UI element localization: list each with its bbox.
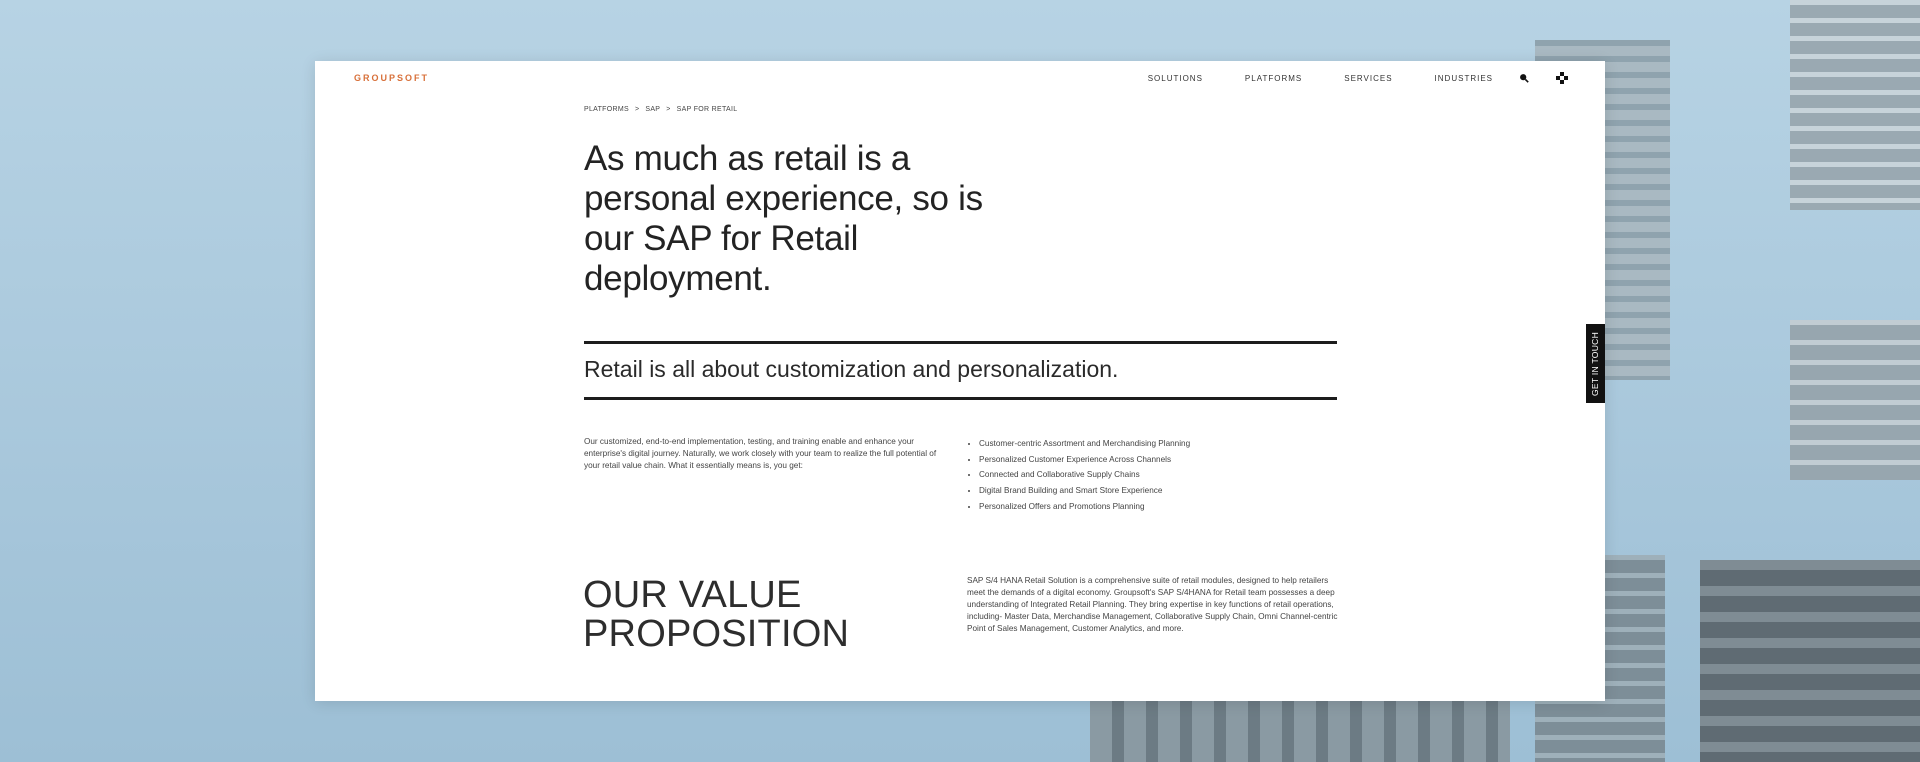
- search-icon[interactable]: [1517, 71, 1531, 85]
- list-item: Connected and Collaborative Supply Chain…: [979, 467, 1190, 483]
- breadcrumb-separator: >: [666, 106, 671, 113]
- value-title-line1: OUR VALUE: [583, 574, 802, 616]
- get-in-touch-label: GET IN TOUCH: [1590, 331, 1601, 396]
- list-item: Personalized Offers and Promotions Plann…: [979, 499, 1190, 515]
- breadcrumb: PLATFORMS > SAP > SAP FOR RETAIL: [584, 106, 737, 113]
- list-item: Personalized Customer Experience Across …: [979, 452, 1190, 468]
- groupsoft-logo[interactable]: GROUPSOFT: [354, 73, 429, 83]
- breadcrumb-platforms[interactable]: PLATFORMS: [584, 106, 629, 113]
- nav-services[interactable]: SERVICES: [1344, 74, 1392, 83]
- nav-industries[interactable]: INDUSTRIES: [1435, 74, 1493, 83]
- value-proposition-text: SAP S/4 HANA Retail Solution is a compre…: [967, 576, 1338, 633]
- list-item: Digital Brand Building and Smart Store E…: [979, 483, 1190, 499]
- main-nav: SOLUTIONS PLATFORMS SERVICES INDUSTRIES: [1106, 71, 1569, 85]
- nav-platforms[interactable]: PLATFORMS: [1245, 74, 1302, 83]
- list-item: Customer-centric Assortment and Merchand…: [979, 436, 1190, 452]
- section-subheading: Retail is all about customization and pe…: [584, 356, 1119, 382]
- page-title: As much as retail is a personal experien…: [584, 139, 983, 298]
- value-title-line2: PROPOSITION: [583, 613, 850, 655]
- value-proposition-heading: OUR VALUE PROPOSITION: [583, 576, 849, 654]
- benefits-list: Customer-centric Assortment and Merchand…: [967, 436, 1190, 515]
- background-building: [1790, 0, 1920, 210]
- grid-menu-icon[interactable]: [1555, 71, 1569, 85]
- get-in-touch-button[interactable]: GET IN TOUCH: [1586, 324, 1605, 403]
- breadcrumb-sap[interactable]: SAP: [645, 106, 660, 113]
- breadcrumb-sap-for-retail[interactable]: SAP FOR RETAIL: [677, 106, 738, 113]
- content-card: GROUPSOFT SOLUTIONS PLATFORMS SERVICES I…: [315, 61, 1605, 701]
- intro-paragraph: Our customized, end-to-end implementatio…: [584, 437, 937, 470]
- background-building: [1700, 560, 1920, 762]
- background-building: [1790, 320, 1920, 480]
- nav-solutions[interactable]: SOLUTIONS: [1148, 74, 1203, 83]
- divider-top: [584, 341, 1337, 344]
- divider-bottom: [584, 397, 1337, 400]
- breadcrumb-separator: >: [634, 106, 640, 113]
